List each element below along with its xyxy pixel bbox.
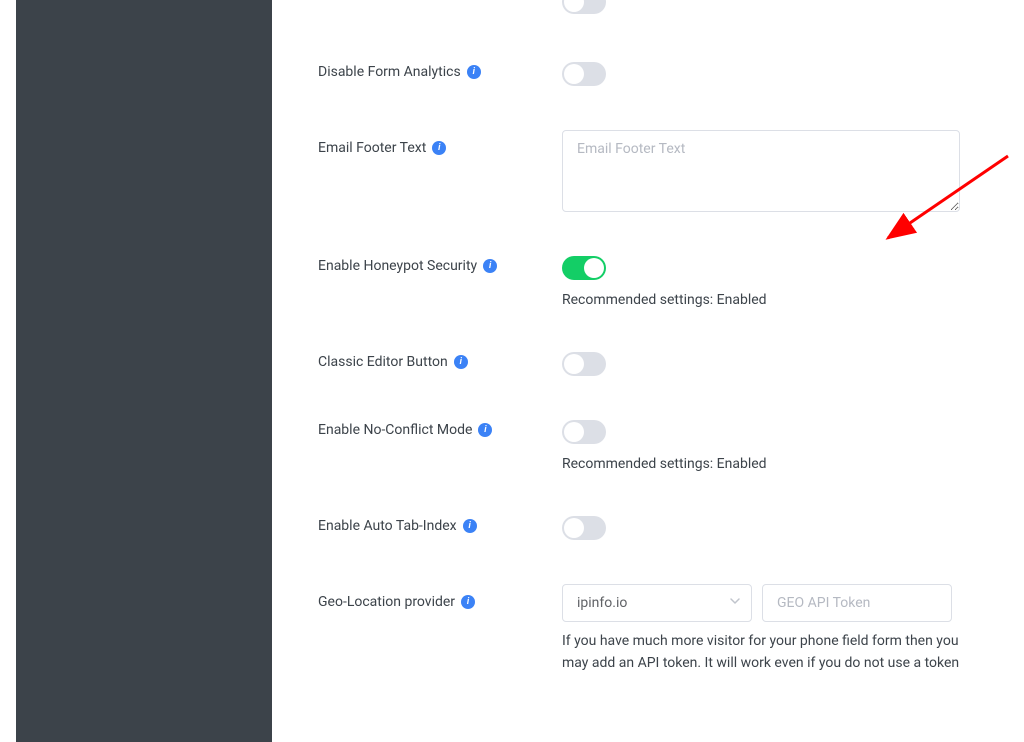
toggle-enable-no-conflict[interactable] [562,420,606,444]
label-text: Enable Auto Tab-Index [318,518,457,534]
row-enable-honeypot: Enable Honeypot Security i Recommended s… [318,256,1004,308]
label-disable-form-analytics: Disable Form Analytics i [318,62,562,80]
label-text: Email Footer Text [318,140,426,156]
helper-no-conflict: Recommended settings: Enabled [562,456,1004,472]
label-text: Disable Form Analytics [318,64,461,80]
email-footer-textarea[interactable] [562,130,960,212]
label-text: Classic Editor Button [318,354,448,370]
info-icon[interactable]: i [461,595,475,609]
helper-honeypot: Recommended settings: Enabled [562,292,1004,308]
label-enable-auto-tab-index: Enable Auto Tab-Index i [318,516,562,534]
toggle-partial-top[interactable] [562,0,606,14]
row-partial-top [318,0,1004,14]
label-email-footer-text: Email Footer Text i [318,130,562,156]
geo-api-token-input[interactable] [762,584,952,622]
sidebar [16,0,272,742]
toggle-enable-honeypot[interactable] [562,256,606,280]
row-email-footer-text: Email Footer Text i [318,130,1004,212]
left-gutter [0,0,16,742]
geo-description: If you have much more visitor for your p… [562,630,982,675]
chevron-down-icon [729,595,741,611]
geo-provider-select[interactable]: ipinfo.io [562,584,752,622]
row-geo-location: Geo-Location provider i ipinfo.io If you… [318,584,1004,675]
info-icon[interactable]: i [478,423,492,437]
label-enable-no-conflict: Enable No-Conflict Mode i [318,420,562,438]
toggle-classic-editor-button[interactable] [562,352,606,376]
select-value: ipinfo.io [577,595,627,611]
row-enable-no-conflict: Enable No-Conflict Mode i Recommended se… [318,420,1004,472]
info-icon[interactable]: i [467,65,481,79]
row-enable-auto-tab-index: Enable Auto Tab-Index i [318,516,1004,540]
label-geo-location: Geo-Location provider i [318,584,562,610]
settings-panel: Disable Form Analytics i Email Footer Te… [272,0,1024,742]
row-classic-editor-button: Classic Editor Button i [318,352,1004,376]
info-icon[interactable]: i [463,519,477,533]
label-text: Enable Honeypot Security [318,258,477,274]
label-classic-editor-button: Classic Editor Button i [318,352,562,370]
toggle-enable-auto-tab-index[interactable] [562,516,606,540]
label-enable-honeypot: Enable Honeypot Security i [318,256,562,274]
info-icon[interactable]: i [483,259,497,273]
label-text: Geo-Location provider [318,594,455,610]
info-icon[interactable]: i [432,141,446,155]
toggle-disable-form-analytics[interactable] [562,62,606,86]
info-icon[interactable]: i [454,355,468,369]
label-text: Enable No-Conflict Mode [318,422,472,438]
row-disable-form-analytics: Disable Form Analytics i [318,62,1004,86]
